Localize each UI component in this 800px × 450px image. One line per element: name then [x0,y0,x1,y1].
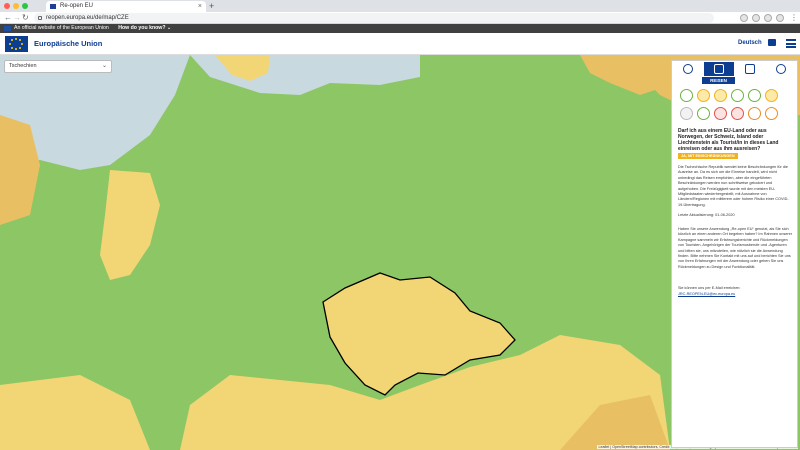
tab-shop[interactable] [735,62,765,76]
travel-description: Die Tschechische Republik wendet keine B… [678,165,789,207]
chevron-down-icon[interactable]: ⌄ [102,61,107,72]
hotel-icon[interactable] [697,107,710,120]
transport-icon[interactable] [714,89,727,102]
brand-title[interactable]: Europäische Union [34,39,102,48]
info-icon [683,64,693,74]
leisure-icon[interactable] [765,107,778,120]
language-bubble-icon[interactable] [768,39,776,46]
country-select-value: Tschechien [9,63,37,69]
event-icon[interactable] [731,107,744,120]
panel-tabs [672,61,797,77]
tab-close-icon[interactable]: × [198,1,202,12]
extension-icon[interactable] [764,14,772,22]
reload-icon[interactable]: ↻ [22,12,29,24]
address-bar: ← → ↻ reopen.europa.eu/de/map/CZE ⋮ [0,12,800,24]
browser-tab-bar: Re-open EU × + [0,0,800,12]
maximize-window-icon[interactable] [22,3,28,9]
status-badge: JA, MIT EINSCHRÄNKUNGEN [678,153,738,159]
hamburger-menu-icon[interactable] [786,39,796,48]
contact-text: Sie können uns per E-Mail erreichen: [678,286,741,290]
lock-icon [38,16,42,20]
feedback-text: Haben Sie unsere Anwendung „Re-open EU“ … [678,227,792,269]
eu-favicon-icon [50,4,56,9]
minimize-window-icon[interactable] [13,3,19,9]
shield-icon [776,64,786,74]
contact-email: JRC-REOPEN-EU@ec.europa.eu [678,292,794,297]
browser-menu-icon[interactable]: ⋮ [790,12,798,24]
official-website-text: An official website of the European Unio… [14,25,109,31]
forward-arrow-icon[interactable]: → [13,12,21,24]
tab-health[interactable] [766,62,796,76]
car-icon[interactable] [765,89,778,102]
back-arrow-icon[interactable]: ← [4,12,12,24]
shop-icon[interactable] [748,89,761,102]
info-panel: REISEN Darf ich aus einem EU-Land oder a… [671,60,798,448]
close-window-icon[interactable] [4,3,10,9]
active-tab-label: REISEN [702,77,735,84]
url-text: reopen.europa.eu/de/map/CZE [46,15,129,21]
travel-question: Darf ich aus einem EU-Land oder aus Norw… [678,128,779,152]
email-link[interactable]: JRC-REOPEN-EU@ec.europa.eu [678,292,735,296]
tab-info[interactable] [673,62,703,76]
travel-restriction-icon[interactable] [697,89,710,102]
new-tab-button[interactable]: + [209,1,214,11]
home-icon[interactable] [680,107,693,120]
eu-official-bar: An official website of the European Unio… [0,24,800,33]
url-field[interactable]: reopen.europa.eu/de/map/CZE [34,13,714,23]
tab-title: Re-open EU [60,3,94,9]
how-do-you-know-link[interactable]: How do you know? ⌄ [118,25,171,31]
profile-avatar-icon[interactable] [776,14,784,22]
eu-flag-icon [4,26,11,31]
eu-logo-icon[interactable] [5,36,28,52]
site-header: Europäische Union Deutsch [0,33,800,55]
last-updated: Letzte Aktualisierung: 01-06-2020 [678,213,735,217]
language-selector[interactable]: Deutsch [738,40,762,46]
measure-icons-row-2 [680,107,792,121]
restaurant-icon[interactable] [714,107,727,120]
shop-icon [745,64,755,74]
country-select[interactable]: Tschechien ⌄ [4,60,112,73]
browser-tab[interactable]: Re-open EU × [46,1,206,12]
bookmark-star-icon[interactable] [740,14,748,22]
extension-icon[interactable] [752,14,760,22]
measure-icons-row-1 [680,89,792,103]
border-icon[interactable] [680,89,693,102]
mask-icon[interactable] [731,89,744,102]
tab-reisen[interactable] [704,62,734,76]
tourism-icon[interactable] [748,107,761,120]
car-icon [714,64,724,74]
